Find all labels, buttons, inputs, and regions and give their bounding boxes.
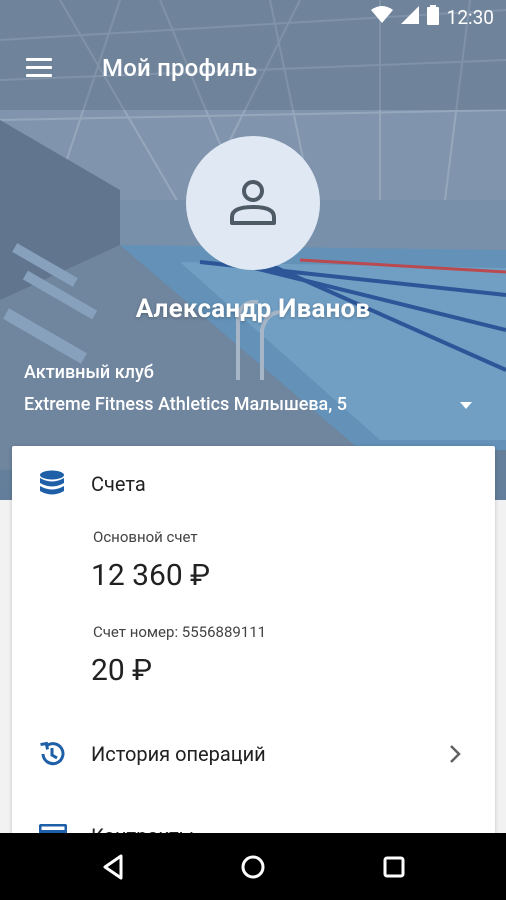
account-label-main: Основной счет	[93, 528, 198, 546]
battery-icon	[426, 4, 439, 30]
dropdown-caret-icon	[460, 402, 472, 409]
status-bar: 12:30	[0, 0, 506, 34]
account-balance-main: 12 360 ₽	[91, 558, 211, 593]
active-club-label: Активный клуб	[24, 362, 154, 383]
page-title: Мой профиль	[102, 54, 258, 82]
wifi-icon	[370, 5, 393, 29]
user-avatar-icon	[230, 180, 276, 225]
app-toolbar: Мой профиль	[0, 34, 506, 102]
operation-history-item[interactable]: История операций	[12, 720, 495, 790]
recent-apps-icon[interactable]	[374, 847, 414, 887]
home-icon[interactable]	[233, 847, 273, 887]
status-time: 12:30	[446, 5, 494, 29]
accounts-title: Счета	[91, 472, 146, 496]
accounts-section-header: Счета	[12, 446, 495, 522]
history-label: История операций	[91, 742, 266, 766]
signal-icon	[400, 5, 419, 29]
back-icon[interactable]	[94, 847, 134, 887]
system-navigation-bar	[0, 833, 506, 900]
profile-card: Счета Основной счет 12 360 ₽ Счет номер:…	[12, 446, 495, 866]
active-club-value: Extreme Fitness Athletics Малышева, 5	[24, 394, 347, 415]
account-label-secondary: Счет номер: 5556889111	[93, 623, 267, 641]
chevron-right-icon	[448, 744, 462, 768]
database-icon	[39, 470, 65, 502]
history-icon	[38, 740, 66, 772]
active-club-dropdown[interactable]: Extreme Fitness Athletics Малышева, 5	[24, 394, 484, 420]
account-balance-secondary: 20 ₽	[91, 653, 153, 688]
user-name: Александр Иванов	[135, 294, 371, 324]
hamburger-menu-icon[interactable]	[16, 48, 60, 88]
avatar[interactable]	[186, 136, 320, 270]
